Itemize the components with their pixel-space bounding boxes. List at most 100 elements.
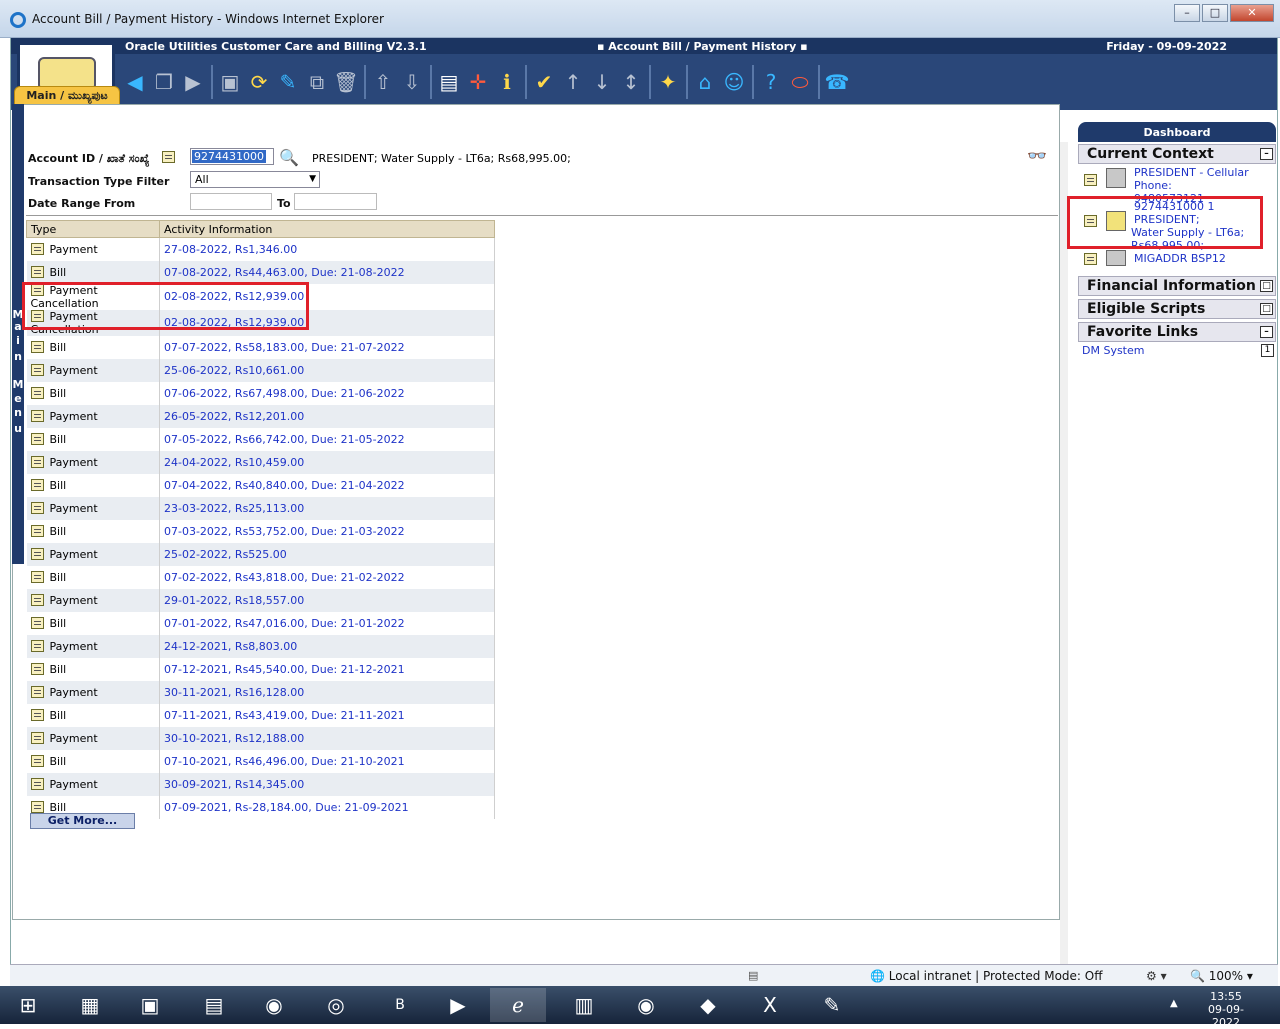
context-menu-icon[interactable]	[30, 685, 44, 698]
table-row[interactable]: Bill 07-05-2022, Rs66,742.00, Due: 21-05-…	[26, 427, 495, 451]
up-arrow-icon[interactable]: ↑	[559, 64, 587, 100]
delete-icon[interactable]: 🗑	[332, 64, 360, 100]
tab-main[interactable]: Main / ಮುಖ್ಯಪುಟ	[14, 86, 120, 106]
context-menu-icon[interactable]	[30, 662, 44, 675]
help-icon[interactable]: ?	[757, 64, 785, 100]
minimize-button[interactable]: –	[1174, 4, 1200, 22]
checkmark-icon[interactable]: ✔	[530, 64, 558, 100]
date-to-input[interactable]	[294, 193, 377, 210]
context-menu-icon[interactable]	[30, 754, 44, 767]
chrome-icon[interactable]: ◉	[246, 988, 302, 1022]
context-menu-icon[interactable]	[30, 265, 44, 278]
row-activity-link[interactable]: 30-11-2021, Rs16,128.00	[159, 680, 495, 704]
context-menu-icon[interactable]	[30, 593, 44, 606]
phone-icon[interactable]: ☎	[823, 64, 851, 100]
binoculars-icon[interactable]: 👓	[1027, 146, 1047, 165]
updown-icon[interactable]: ↕	[617, 64, 645, 100]
row-activity-link[interactable]: 27-08-2022, Rs1,346.00	[159, 237, 495, 261]
row-activity-link[interactable]: 07-04-2022, Rs40,840.00, Due: 21-04-2022	[159, 473, 495, 497]
context-menu-icon[interactable]	[30, 570, 44, 583]
anydesk-icon[interactable]: ◆	[680, 988, 736, 1022]
crosshair-icon[interactable]: ✛	[464, 64, 492, 100]
terminal-icon[interactable]: ▤	[186, 988, 242, 1022]
table-row[interactable]: Bill 07-03-2022, Rs53,752.00, Due: 21-03-…	[26, 519, 495, 543]
row-activity-link[interactable]: 07-01-2022, Rs47,016.00, Due: 21-01-2022	[159, 611, 495, 635]
maximize-button[interactable]: □	[1202, 4, 1228, 22]
row-activity-link[interactable]: 07-06-2022, Rs67,498.00, Due: 21-06-2022	[159, 381, 495, 405]
down-arrow-icon[interactable]: ↓	[588, 64, 616, 100]
media-player-icon[interactable]: ▶	[430, 988, 486, 1022]
table-row[interactable]: Bill 07-11-2021, Rs43,419.00, Due: 21-11-…	[26, 703, 495, 727]
paint-icon[interactable]: ✎	[804, 988, 860, 1022]
folder-icon[interactable]: ▣	[122, 988, 178, 1022]
row-activity-link[interactable]: 26-05-2022, Rs12,201.00	[159, 404, 495, 428]
forward-arrow-icon[interactable]: ▶	[179, 64, 207, 100]
document-icon[interactable]: ▤	[435, 64, 463, 100]
table-row[interactable]: Payment 23-03-2022, Rs25,113.00	[26, 496, 495, 520]
tray-arrow-icon[interactable]: ▲	[1170, 998, 1178, 1009]
table-row[interactable]: Payment 24-12-2021, Rs8,803.00	[26, 634, 495, 658]
financial-info-header[interactable]: Financial Information □	[1078, 276, 1276, 296]
row-activity-link[interactable]: 23-03-2022, Rs25,113.00	[159, 496, 495, 520]
context-menu-icon[interactable]	[1084, 174, 1097, 186]
table-row[interactable]: Payment 29-01-2022, Rs18,557.00	[26, 588, 495, 612]
eligible-scripts-header[interactable]: Eligible Scripts □	[1078, 299, 1276, 319]
context-menu-icon[interactable]	[30, 777, 44, 790]
table-row[interactable]: Payment 30-09-2021, Rs14,345.00	[26, 772, 495, 796]
context-menu-icon[interactable]	[30, 363, 44, 376]
context-premise[interactable]: MIGADDR BSP12	[1134, 252, 1280, 265]
row-activity-link[interactable]: 07-07-2022, Rs58,183.00, Due: 21-07-2022	[159, 335, 495, 359]
table-row[interactable]: Payment 26-05-2022, Rs12,201.00	[26, 404, 495, 428]
row-activity-link[interactable]: 07-05-2022, Rs66,742.00, Due: 21-05-2022	[159, 427, 495, 451]
clock[interactable]: 13:55 09-09-2022	[1196, 990, 1256, 1029]
table-row[interactable]: Bill 07-08-2022, Rs44,463.00, Due: 21-08-…	[26, 260, 495, 284]
context-menu-icon[interactable]	[30, 432, 44, 445]
user-icon[interactable]: ☺	[720, 64, 748, 100]
table-row[interactable]: Bill 07-04-2022, Rs40,840.00, Due: 21-04-…	[26, 473, 495, 497]
context-menu-icon[interactable]	[30, 800, 44, 813]
get-more-button[interactable]: Get More...	[30, 813, 135, 829]
context-menu-icon[interactable]	[30, 386, 44, 399]
row-activity-link[interactable]: 07-10-2021, Rs46,496.00, Due: 21-10-2021	[159, 749, 495, 773]
table-row[interactable]: Bill 07-07-2022, Rs58,183.00, Due: 21-07-…	[26, 335, 495, 359]
context-menu-icon[interactable]	[30, 547, 44, 560]
row-activity-link[interactable]: 30-10-2021, Rs12,188.00	[159, 726, 495, 750]
row-activity-link[interactable]: 29-01-2022, Rs18,557.00	[159, 588, 495, 612]
row-activity-link[interactable]: 07-08-2022, Rs44,463.00, Due: 21-08-2022	[159, 260, 495, 284]
context-menu-icon[interactable]	[30, 478, 44, 491]
taskbar-app-1[interactable]: ▦	[62, 988, 118, 1022]
close-button[interactable]: ✕	[1230, 4, 1274, 22]
oracle-icon[interactable]: ⬭	[786, 64, 814, 100]
zoom-level[interactable]: 🔍 100% ▾	[1190, 969, 1253, 983]
table-row[interactable]: Payment 25-02-2022, Rs525.00	[26, 542, 495, 566]
table-row[interactable]: Payment 30-10-2021, Rs12,188.00	[26, 726, 495, 750]
chrome-user-icon[interactable]: ◉	[618, 988, 674, 1022]
context-menu-icon[interactable]	[30, 616, 44, 629]
table-row[interactable]: Bill 07-12-2021, Rs45,540.00, Due: 21-12-…	[26, 657, 495, 681]
context-menu-icon[interactable]	[30, 242, 44, 255]
context-menu-icon[interactable]	[1084, 253, 1097, 265]
clear-broom-icon[interactable]: ✎	[274, 64, 302, 100]
row-activity-link[interactable]: 24-04-2022, Rs10,459.00	[159, 450, 495, 474]
table-row[interactable]: Bill 07-01-2022, Rs47,016.00, Due: 21-01-…	[26, 611, 495, 635]
fav-link-dm-system[interactable]: DM System	[1082, 344, 1280, 357]
table-row[interactable]: Bill 07-02-2022, Rs43,818.00, Due: 21-02-…	[26, 565, 495, 589]
favorite-links-header[interactable]: Favorite Links –	[1078, 322, 1276, 342]
table-row[interactable]: Payment 30-11-2021, Rs16,128.00	[26, 680, 495, 704]
context-menu-icon[interactable]	[30, 501, 44, 514]
context-menu-icon[interactable]	[30, 524, 44, 537]
duplicate-icon[interactable]: ⧉	[303, 64, 331, 100]
row-activity-link[interactable]: 07-12-2021, Rs45,540.00, Due: 21-12-2021	[159, 657, 495, 681]
archive-icon[interactable]: ▥	[556, 988, 612, 1022]
row-activity-link[interactable]: 25-06-2022, Rs10,661.00	[159, 358, 495, 382]
row-activity-link[interactable]: 24-12-2021, Rs8,803.00	[159, 634, 495, 658]
save-icon[interactable]: ▣	[216, 64, 244, 100]
main-scrollbar[interactable]	[1060, 142, 1068, 964]
protected-mode-icon[interactable]: ⚙ ▾	[1146, 969, 1167, 983]
taskbar-app-b[interactable]: B	[372, 988, 428, 1022]
context-menu-icon[interactable]	[30, 731, 44, 744]
current-context-header[interactable]: Current Context –	[1078, 144, 1276, 164]
table-row[interactable]: Bill 07-10-2021, Rs46,496.00, Due: 21-10-…	[26, 749, 495, 773]
context-menu-icon[interactable]	[30, 639, 44, 652]
excel-icon[interactable]: X	[742, 988, 798, 1022]
